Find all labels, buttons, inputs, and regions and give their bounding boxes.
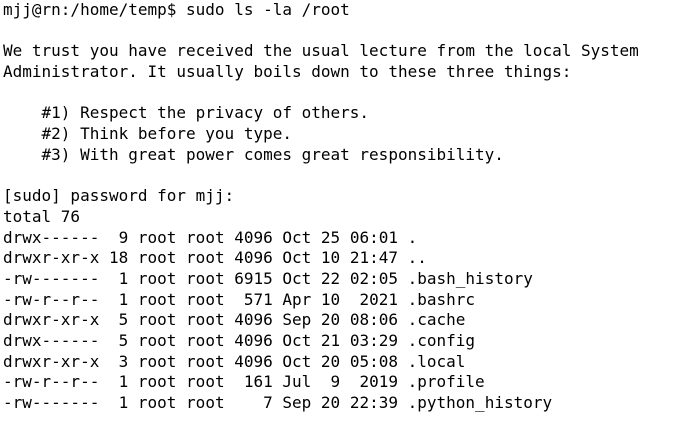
file-size: 7 [234, 393, 273, 413]
owner: root [137, 227, 177, 247]
file-size: 4096 [234, 227, 273, 247]
owner: root [137, 331, 177, 350]
group: root [186, 268, 225, 288]
owner: root [137, 248, 177, 268]
owner: root [137, 393, 177, 413]
command-text: sudo ls -la /root [186, 0, 350, 19]
file-name: .config [407, 331, 476, 350]
lecture-line: Administrator. It usually boils down to … [3, 62, 572, 82]
permissions: -rw------- [3, 268, 100, 288]
link-count: 5 [108, 331, 129, 350]
link-count: 1 [108, 393, 129, 413]
listing-row: drwx------ 9 root root 4096 Oct 25 06:01… [3, 228, 687, 249]
owner: root [137, 372, 177, 392]
modified-date: Oct 10 21:47 [282, 248, 398, 268]
lecture-line: We trust you have received the usual lec… [3, 41, 639, 61]
group: root [186, 393, 225, 413]
lecture-line [3, 166, 687, 187]
command-line: mjj@rn:/home/temp$ sudo ls -la /root [3, 0, 687, 21]
link-count: 1 [108, 289, 129, 309]
lecture-line: #3) With great power comes great respons… [3, 144, 504, 164]
listing-row: drwxr-xr-x 3 root root 4096 Oct 20 05:08… [3, 352, 687, 373]
listing-row: -rw------- 1 root root 7 Sep 20 22:39 .p… [3, 393, 687, 414]
file-name: . [407, 227, 418, 247]
file-name: .bashrc [407, 289, 476, 309]
file-size: 161 [234, 372, 273, 392]
modified-date: Oct 20 05:08 [282, 351, 398, 371]
file-name: .bash_history [407, 268, 533, 288]
link-count: 1 [108, 372, 129, 392]
sudo-lecture: We trust you have received the usual lec… [3, 21, 687, 187]
link-count: 9 [108, 227, 129, 247]
file-size: 571 [234, 289, 273, 309]
file-size: 6915 [234, 268, 273, 288]
directory-listing: drwx------ 9 root root 4096 Oct 25 06:01… [3, 228, 687, 414]
listing-row: -rw------- 1 root root 6915 Oct 22 02:05… [3, 269, 687, 290]
listing-row: -rw-r--r-- 1 root root 161 Jul 9 2019 .p… [3, 372, 687, 393]
link-count: 3 [108, 351, 129, 371]
modified-date: Apr 10 2021 [282, 289, 398, 309]
file-size: 4096 [234, 351, 273, 371]
modified-date: Sep 20 08:06 [282, 310, 398, 330]
file-size: 4096 [234, 331, 273, 350]
modified-date: Jul 9 2019 [282, 372, 398, 392]
shell-prompt: mjj@rn:/home/temp$ [3, 0, 187, 19]
owner: root [137, 351, 177, 371]
group: root [186, 351, 225, 371]
modified-date: Sep 20 22:39 [282, 393, 398, 413]
file-name: .cache [407, 310, 466, 330]
group: root [186, 289, 225, 309]
listing-row: -rw-r--r-- 1 root root 571 Apr 10 2021 .… [3, 290, 687, 311]
permissions: drwx------ [3, 331, 100, 350]
file-name: .. [407, 248, 427, 268]
permissions: drwxr-xr-x [3, 351, 100, 371]
lecture-line [3, 83, 687, 104]
modified-date: Oct 21 03:29 [282, 331, 398, 350]
group: root [186, 227, 225, 247]
listing-row: drwxr-xr-x 5 root root 4096 Sep 20 08:06… [3, 310, 687, 331]
owner: root [137, 310, 177, 330]
group: root [186, 310, 225, 330]
link-count: 5 [108, 310, 129, 330]
owner: root [137, 289, 177, 309]
password-prompt: [sudo] password for mjj: [3, 186, 235, 206]
permissions: -rw-r--r-- [3, 372, 100, 392]
file-name: .local [407, 351, 466, 371]
link-count: 1 [108, 268, 129, 288]
owner: root [137, 268, 177, 288]
link-count: 18 [108, 248, 129, 268]
group: root [186, 331, 225, 350]
lecture-line: #2) Think before you type. [3, 124, 292, 144]
terminal-window[interactable]: mjj@rn:/home/temp$ sudo ls -la /root We … [0, 0, 687, 423]
file-size: 4096 [234, 310, 273, 330]
listing-row: drwx------ 5 root root 4096 Oct 21 03:29… [3, 331, 687, 352]
group: root [186, 372, 225, 392]
permissions: -rw------- [3, 393, 100, 413]
file-size: 4096 [234, 248, 273, 268]
file-name: .python_history [407, 393, 553, 413]
permissions: drwxr-xr-x [3, 310, 100, 330]
permissions: -rw-r--r-- [3, 289, 100, 309]
lecture-line: #1) Respect the privacy of others. [3, 103, 370, 123]
file-name: .profile [407, 372, 485, 392]
total-line: total 76 [3, 206, 81, 226]
modified-date: Oct 25 06:01 [282, 227, 398, 247]
listing-row: drwxr-xr-x 18 root root 4096 Oct 10 21:4… [3, 248, 687, 269]
group: root [186, 248, 225, 268]
lecture-line [3, 21, 687, 42]
modified-date: Oct 22 02:05 [282, 268, 398, 288]
permissions: drwx------ [3, 227, 100, 247]
permissions: drwxr-xr-x [3, 248, 100, 268]
